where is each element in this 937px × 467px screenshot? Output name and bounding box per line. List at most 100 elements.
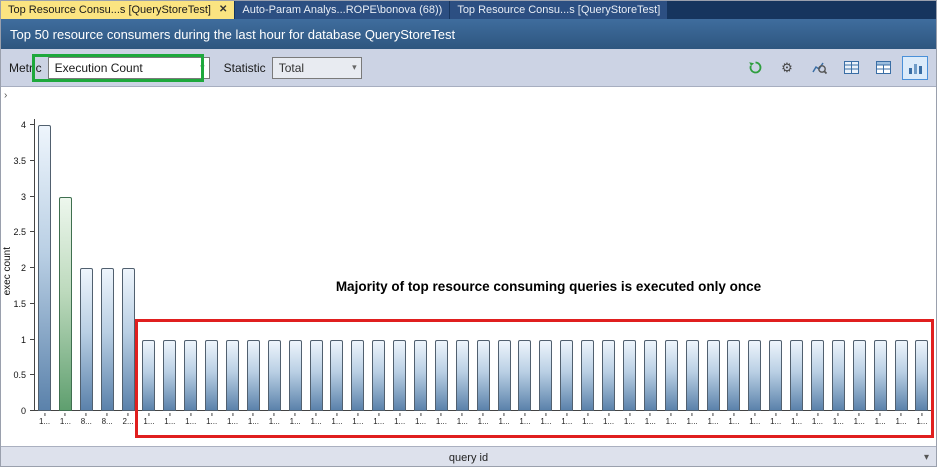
chevron-down-icon: ▾ [342,62,357,73]
bar[interactable]: 1... [372,340,385,412]
y-tick-label: 0 [1,406,26,416]
x-tick-label: 1... [749,413,760,426]
x-tick-label: 1... [895,413,906,426]
query-store-window: Top Resource Consu...s [QueryStoreTest] … [0,0,937,467]
bar[interactable]: 1... [163,340,176,412]
document-tab-bar: Top Resource Consu...s [QueryStoreTest] … [1,1,936,19]
x-tick-label: 1... [352,413,363,426]
y-tick-label: 0.5 [1,370,26,380]
x-tick-label: 1... [457,413,468,426]
x-tick-label: 1... [478,413,489,426]
tab-top-resource-consumers-2[interactable]: Top Resource Consu...s [QueryStoreTest] [450,1,667,19]
bar[interactable]: 1... [184,340,197,412]
x-tick-label: 1... [143,413,154,426]
bar[interactable]: 1... [623,340,636,412]
chevron-down-icon[interactable]: ▾ [924,452,929,463]
bar[interactable]: 8... [80,268,93,411]
bar[interactable]: 1... [268,340,281,412]
bar[interactable]: 1... [310,340,323,412]
x-tick-label: 1... [185,413,196,426]
bar[interactable]: 1... [247,340,260,412]
bar-chart-icon [908,61,923,74]
close-icon[interactable]: ✕ [219,5,227,15]
bar[interactable]: 1... [790,340,803,412]
bar[interactable]: 1... [289,340,302,412]
x-tick-label: 1... [875,413,886,426]
bar[interactable]: 1... [581,340,594,412]
view-chart-button[interactable] [902,56,928,80]
tab-auto-param-analysis[interactable]: Auto-Param Analys...ROPE\bonova (68)) [235,1,449,19]
bar[interactable]: 1... [560,340,573,412]
bar[interactable]: 1... [205,340,218,412]
x-tick-label: 1... [645,413,656,426]
x-tick-label: 2... [123,413,134,426]
refresh-button[interactable] [742,56,768,80]
bar[interactable]: 1... [707,340,720,412]
tab-label: Auto-Param Analys...ROPE\bonova (68)) [242,4,442,16]
statistic-label: Statistic [224,61,266,75]
chart-area: › exec count 00.511.522.533.54 1...1...8… [1,87,936,446]
x-tick-label: 1... [561,413,572,426]
x-tick-label: 1... [540,413,551,426]
bar[interactable]: 1... [874,340,887,412]
toolbar-buttons: ⚙ [742,56,928,80]
grid-icon [844,61,859,74]
tab-top-resource-consumers-active[interactable]: Top Resource Consu...s [QueryStoreTest] … [1,1,234,19]
bar[interactable]: 1... [769,340,782,412]
x-tick-label: 1... [707,413,718,426]
x-tick-label: 1... [373,413,384,426]
x-tick-label: 1... [436,413,447,426]
y-axis-line [34,119,35,411]
x-tick-label: 1... [603,413,614,426]
bar[interactable]: 1... [915,340,928,412]
bar[interactable]: 1... [456,340,469,412]
metric-dropdown[interactable]: Execution Count ▾ [48,57,210,79]
chart-annotation-text: Majority of top resource consuming queri… [171,279,926,294]
bar[interactable]: 2... [122,268,135,411]
bar[interactable]: 1... [518,340,531,412]
track-query-icon [812,60,827,75]
x-tick-label: 8... [102,413,113,426]
bar[interactable]: 1... [498,340,511,412]
bar[interactable]: 1... [811,340,824,412]
x-tick-label: 1... [415,413,426,426]
bar[interactable]: 1... [602,340,615,412]
view-grid-detail-button[interactable] [870,56,896,80]
bar[interactable]: 1... [853,340,866,412]
x-axis-title: query id [449,452,488,464]
bar[interactable]: 1... [226,340,239,412]
bar[interactable]: 1... [414,340,427,412]
statistic-dropdown[interactable]: Total ▾ [272,57,362,79]
bar[interactable]: 1... [59,197,72,412]
bar[interactable]: 1... [727,340,740,412]
bar[interactable]: 8... [101,268,114,411]
x-tick-label: 1... [666,413,677,426]
x-tick-label: 1... [269,413,280,426]
x-tick-label: 1... [770,413,781,426]
bar[interactable]: 1... [38,125,51,411]
bar[interactable]: 1... [477,340,490,412]
bar[interactable]: 1... [832,340,845,412]
auto-refresh-settings-button[interactable]: ⚙ [774,56,800,80]
bar[interactable]: 1... [539,340,552,412]
x-tick-label: 1... [227,413,238,426]
bar[interactable]: 1... [644,340,657,412]
view-grid-button[interactable] [838,56,864,80]
x-tick-label: 1... [916,413,927,426]
bar[interactable]: 1... [686,340,699,412]
grid-detail-icon [876,61,891,74]
bar[interactable]: 1... [393,340,406,412]
bar[interactable]: 1... [748,340,761,412]
bar[interactable]: 1... [665,340,678,412]
y-tick-label: 4 [1,120,26,130]
x-tick-label: 8... [81,413,92,426]
tab-label: Top Resource Consu...s [QueryStoreTest] [457,4,660,16]
track-query-button[interactable] [806,56,832,80]
bar[interactable]: 1... [142,340,155,412]
bar[interactable]: 1... [330,340,343,412]
bar[interactable]: 1... [895,340,908,412]
bar[interactable]: 1... [435,340,448,412]
bar[interactable]: 1... [351,340,364,412]
y-tick-label: 1 [1,335,26,345]
x-axis-selector-bar[interactable]: query id ▾ [1,446,936,467]
